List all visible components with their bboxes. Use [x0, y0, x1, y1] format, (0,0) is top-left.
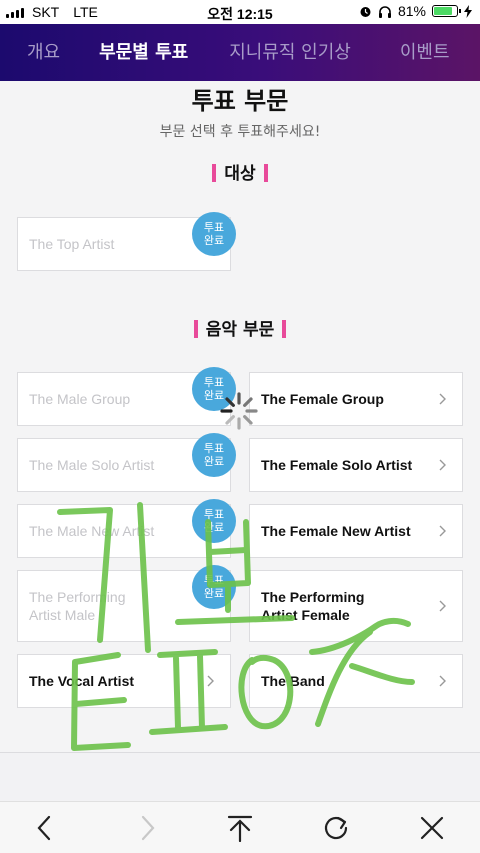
category-card-female-solo[interactable]: The Female Solo Artist	[249, 438, 463, 492]
category-card-vocal-artist[interactable]: The Vocal Artist	[17, 654, 231, 708]
browser-toolbar	[0, 801, 480, 853]
back-icon[interactable]	[31, 814, 59, 842]
alarm-icon	[360, 6, 371, 17]
section-accent-bar	[263, 164, 268, 182]
vote-complete-badge: 투표 완료	[192, 565, 236, 609]
category-tabs: 개요 부문별 투표 지니뮤직 인기상 이벤트	[0, 24, 480, 81]
chevron-right-icon	[439, 525, 446, 537]
section-accent-bar	[212, 164, 217, 182]
section-accent-bar	[193, 320, 198, 338]
chevron-right-icon	[439, 459, 446, 471]
badge-line: 투표	[203, 221, 225, 234]
tab-genie-popularity[interactable]: 지니뮤직 인기상	[229, 24, 351, 81]
category-label: The Female New Artist	[261, 523, 411, 539]
category-label: The Performing Artist Female	[261, 588, 364, 624]
tab-event[interactable]: 이벤트	[400, 24, 450, 81]
category-card-performing-female[interactable]: The Performing Artist Female	[249, 570, 463, 642]
category-label-line: Artist Female	[261, 607, 350, 623]
vote-complete-badge: 투표 완료	[192, 212, 236, 256]
battery-icon	[432, 5, 461, 17]
share-icon[interactable]	[226, 814, 254, 842]
category-label: The Male New Artist	[29, 523, 155, 539]
vote-complete-badge: 투표 완료	[192, 499, 236, 543]
category-label: The Band	[261, 673, 325, 689]
forward-icon[interactable]	[133, 814, 161, 842]
section-title-music: 음악 부문	[0, 315, 480, 340]
chevron-right-icon	[439, 393, 446, 405]
tab-overview[interactable]: 개요	[27, 24, 60, 81]
page-title: 투표 부문	[191, 87, 289, 115]
reload-icon[interactable]	[322, 814, 350, 842]
category-label-line: The Performing	[29, 589, 126, 605]
badge-line: 완료	[203, 521, 225, 534]
page-subtitle: 부문 선택 후 투표해주세요!	[159, 124, 321, 140]
badge-line: 투표	[203, 376, 225, 389]
category-label: The Male Solo Artist	[29, 457, 155, 473]
status-right: 81%	[359, 3, 472, 19]
badge-line: 투표	[203, 574, 225, 587]
charging-icon	[464, 4, 472, 18]
category-label-line: Artist Male	[29, 607, 96, 623]
section-title-text: 음악 부문	[205, 320, 275, 340]
category-card-female-new[interactable]: The Female New Artist	[249, 504, 463, 558]
loading-spinner-icon	[220, 392, 258, 430]
category-card-band[interactable]: The Band	[249, 654, 463, 708]
section-title-grand: 대상	[0, 159, 480, 184]
chevron-right-icon	[439, 600, 446, 612]
category-label: The Performing Artist Male	[29, 588, 125, 624]
category-label: The Top Artist	[29, 236, 115, 252]
badge-line: 투표	[203, 442, 225, 455]
close-icon[interactable]	[418, 814, 446, 842]
badge-line: 완료	[203, 234, 225, 247]
category-card-female-group[interactable]: The Female Group	[249, 372, 463, 426]
category-label: The Male Group	[29, 391, 131, 407]
battery-percent: 81%	[397, 3, 426, 19]
content-divider	[0, 752, 480, 753]
chevron-right-icon	[207, 675, 214, 687]
badge-line: 완료	[203, 587, 225, 600]
section-accent-bar	[282, 320, 287, 338]
badge-line: 완료	[203, 455, 225, 468]
vote-complete-badge: 투표 완료	[192, 433, 236, 477]
category-label: The Female Group	[261, 391, 384, 407]
category-label: The Female Solo Artist	[261, 457, 413, 473]
badge-line: 투표	[203, 508, 225, 521]
category-label: The Vocal Artist	[29, 673, 135, 689]
status-bar: SKT LTE 오전 12:15 81%	[0, 0, 480, 24]
vote-content: 투표 부문 부문 선택 후 투표해주세요! 대상 The Top Artist …	[0, 81, 480, 753]
section-title-text: 대상	[224, 164, 256, 184]
category-label-line: The Performing	[261, 589, 365, 605]
headphones-icon	[378, 5, 391, 18]
chevron-right-icon	[439, 675, 446, 687]
tab-category-vote[interactable]: 부문별 투표	[99, 24, 188, 81]
